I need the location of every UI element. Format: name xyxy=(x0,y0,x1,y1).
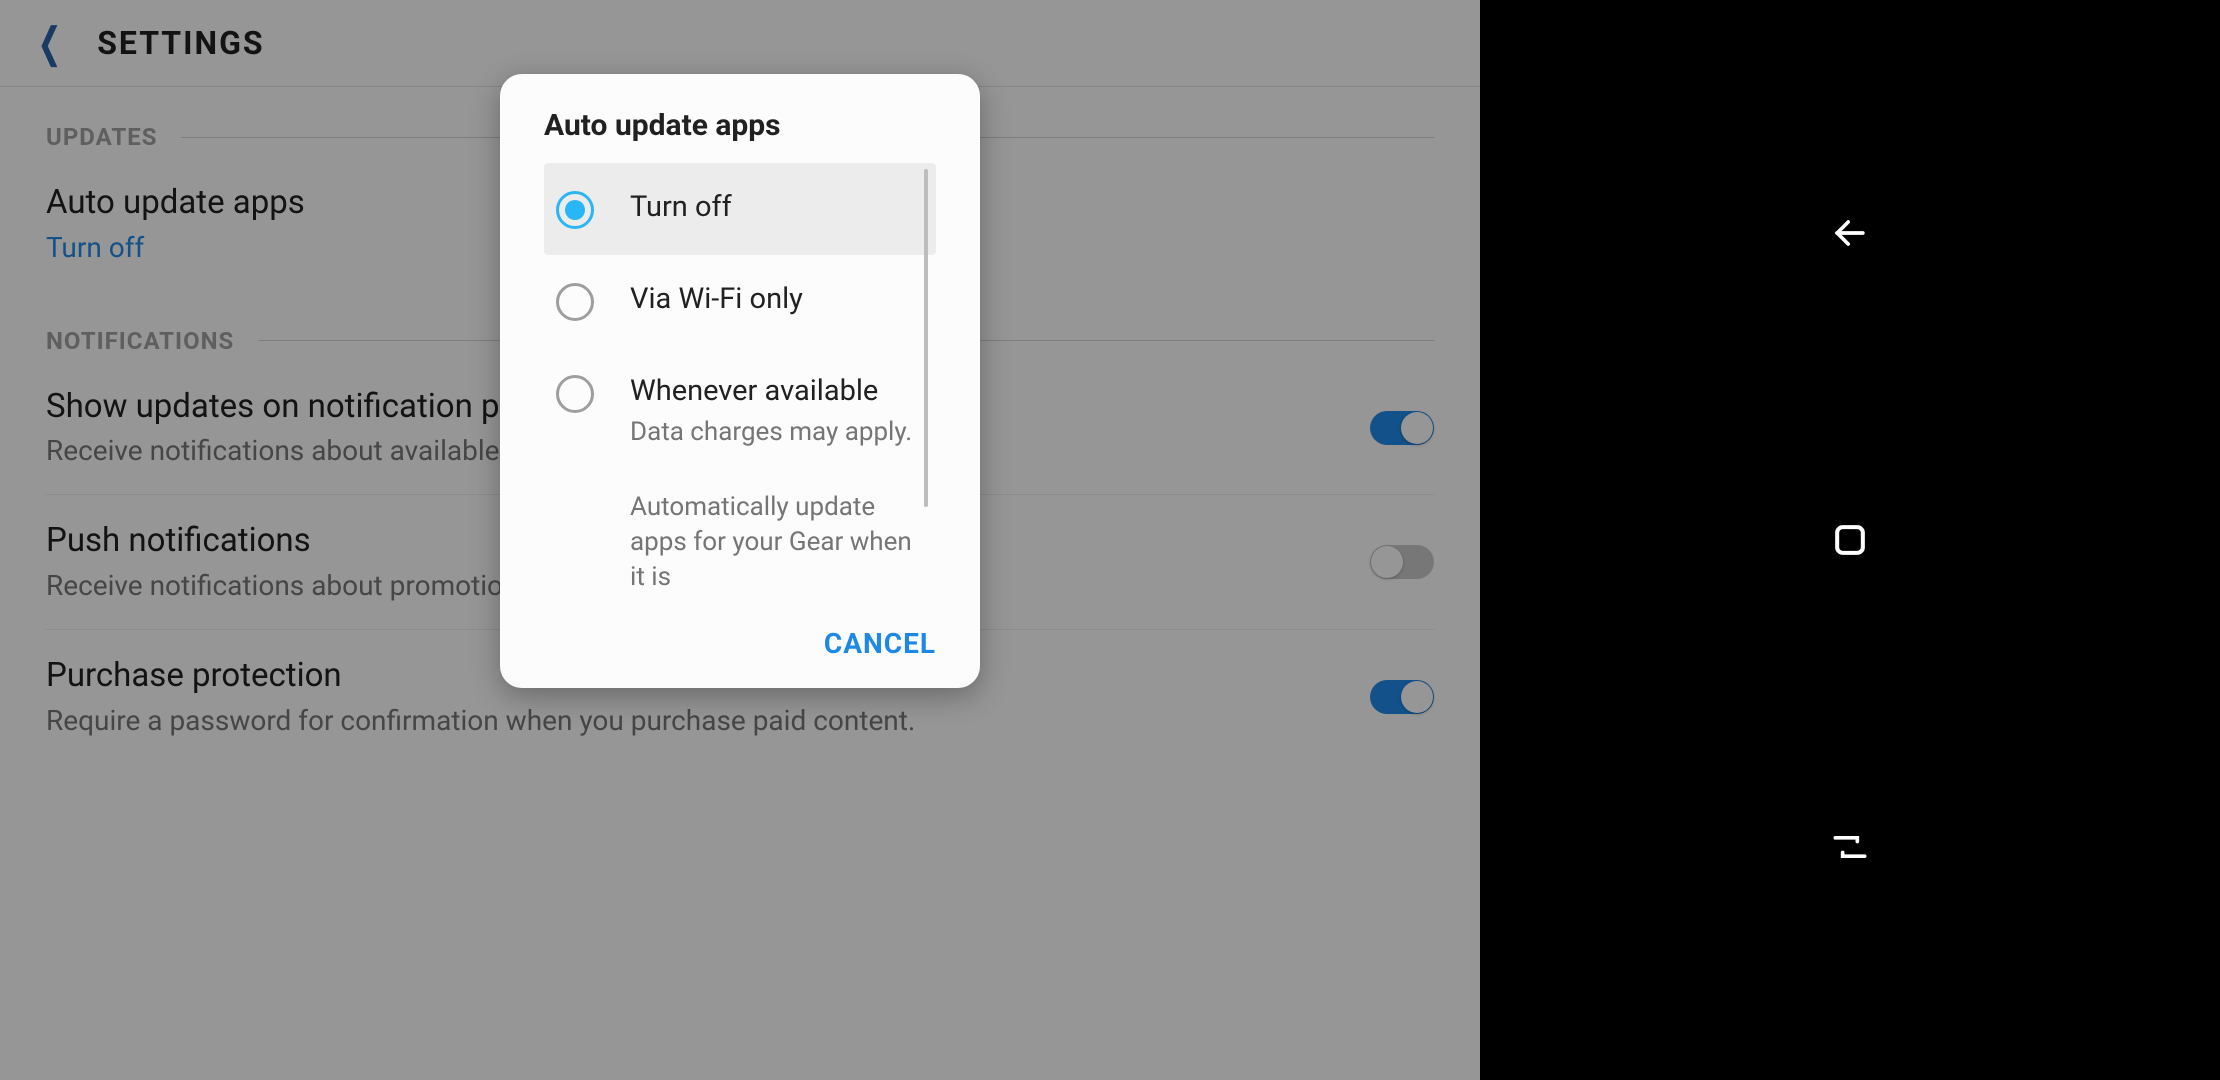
radio-option-wifi-only[interactable]: Via Wi-Fi only xyxy=(544,255,936,347)
scrollbar[interactable] xyxy=(924,169,928,507)
nav-home-button[interactable] xyxy=(1480,518,2220,562)
radio-desc: Data charges may apply. xyxy=(630,415,912,450)
system-nav-bar xyxy=(1480,0,2220,1080)
radio-label: Turn off xyxy=(630,189,732,227)
cancel-button[interactable]: CANCEL xyxy=(824,627,936,660)
nav-recents-button[interactable] xyxy=(1480,825,2220,869)
auto-update-dialog: Auto update apps Turn off Via Wi-Fi only xyxy=(500,74,980,688)
dialog-title: Auto update apps xyxy=(500,74,980,163)
settings-screen: ❮ SETTINGS UPDATES Auto update apps Turn… xyxy=(0,0,1480,1080)
radio-label: Via Wi-Fi only xyxy=(630,281,803,319)
radio-option-turn-off[interactable]: Turn off xyxy=(544,163,936,255)
nav-back-button[interactable] xyxy=(1480,211,2220,255)
dialog-actions: CANCEL xyxy=(500,603,980,688)
radio-icon xyxy=(556,191,594,229)
radio-icon xyxy=(556,283,594,321)
radio-label: Whenever available xyxy=(630,373,912,411)
dialog-extra-text: Automatically update apps for your Gear … xyxy=(544,476,936,595)
radio-option-whenever[interactable]: Whenever available Data charges may appl… xyxy=(544,347,936,476)
dialog-body: Turn off Via Wi-Fi only Whenever availab… xyxy=(500,163,980,603)
radio-icon xyxy=(556,375,594,413)
